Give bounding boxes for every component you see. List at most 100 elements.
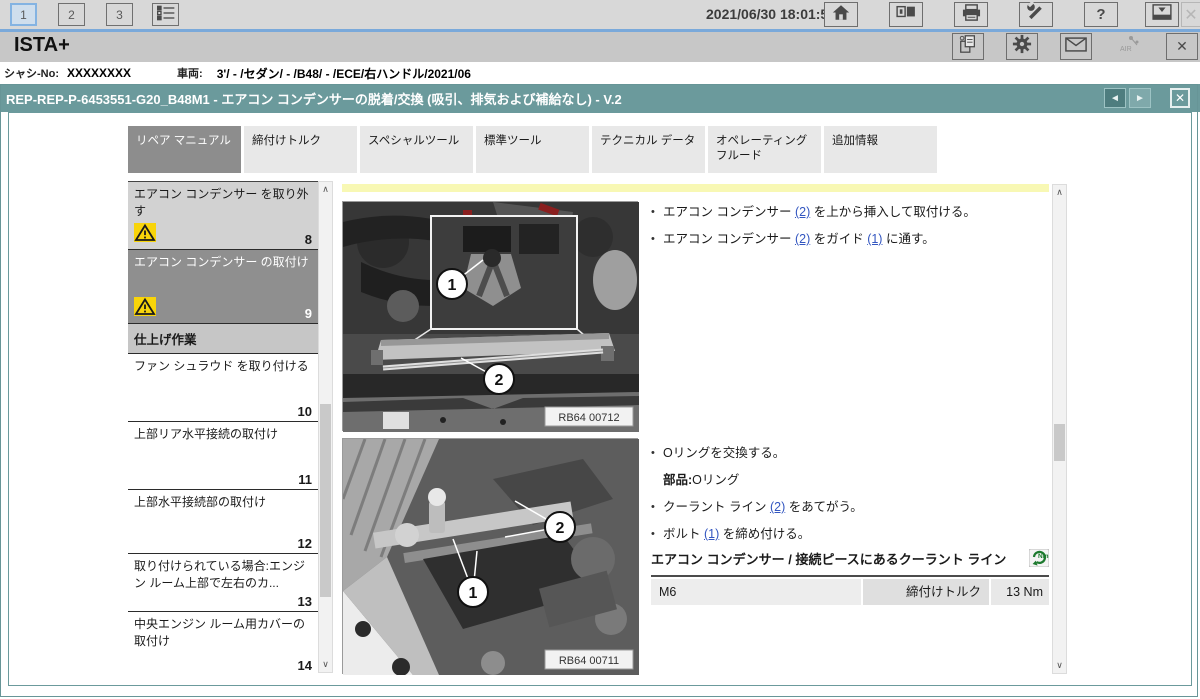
instruction-bullet: • ボルト (1) を締め付ける。 xyxy=(651,525,1049,543)
wrench-icon xyxy=(1026,2,1046,27)
bullet-icon: • xyxy=(651,498,663,516)
callout-link-2[interactable]: (2) xyxy=(770,500,785,514)
bullet-icon: • xyxy=(651,230,663,248)
torque-kind-cell: 締付けトルク xyxy=(863,579,989,605)
tab-technical-data[interactable]: テクニカル データ xyxy=(592,126,705,173)
warning-icon xyxy=(134,297,156,321)
tab-special-tools[interactable]: スペシャルツール xyxy=(360,126,473,173)
step-item-8[interactable]: エアコン コンデンサー を取り外す 8 xyxy=(128,182,318,250)
step-label: 中央エンジン ルーム用カバーの取付け xyxy=(134,616,312,650)
callout-1[interactable]: 1 xyxy=(437,269,467,299)
svg-text:1: 1 xyxy=(448,277,457,294)
checklist-icon xyxy=(156,4,176,25)
prev-page-button[interactable]: ◄ xyxy=(1104,88,1126,108)
step-number: 13 xyxy=(298,594,312,609)
tab-standard-tools[interactable]: 標準ツール xyxy=(476,126,589,173)
panels-icon xyxy=(895,4,917,25)
callout-link-1[interactable]: (1) xyxy=(867,232,882,246)
content-scrollbar[interactable]: ∧ ∨ xyxy=(1052,184,1067,674)
torque-nm-icon: Nm xyxy=(1029,549,1049,572)
page-button-3[interactable]: 3 xyxy=(106,3,133,26)
top-toolbar: 1 2 3 2021/06/30 18:01:53 xyxy=(0,0,1200,29)
instruction-bullet: • Oリングを交換する。 xyxy=(651,444,1049,462)
tab-repair-manual[interactable]: リペア マニュアル xyxy=(128,126,241,173)
next-page-button[interactable]: ► xyxy=(1129,88,1151,108)
step-label: 上部リア水平接続の取付け xyxy=(134,426,312,443)
step-label: ファン シュラウド を取り付ける xyxy=(134,358,312,375)
workshop-panels-button[interactable] xyxy=(889,2,923,27)
instruction-bullet: • クーラント ライン (2) をあてがう。 xyxy=(651,498,1049,516)
document-title-bar: REP-REP-P-6453551-G20_B48M1 - エアコン コンデンサ… xyxy=(0,84,1200,112)
scroll-down-icon[interactable]: ∨ xyxy=(319,657,332,672)
step-item-12[interactable]: 上部水平接続部の取付け 12 xyxy=(128,490,318,554)
svg-text:2: 2 xyxy=(556,520,565,537)
tab-tightening-torque[interactable]: 締付けトルク xyxy=(244,126,357,173)
step-item-14[interactable]: 中央エンジン ルーム用カバーの取付け 14 xyxy=(128,612,318,673)
copy-document-icon xyxy=(958,34,978,59)
chassis-value: XXXXXXXX xyxy=(67,66,131,80)
tab-operating-fluids[interactable]: オペレーティング フルード xyxy=(708,126,821,173)
highlight-bar xyxy=(342,184,1049,192)
callout-link-1[interactable]: (1) xyxy=(704,527,719,541)
step-label: 取り付けられている場合:エンジン ルーム上部で左右のカ... xyxy=(134,558,312,592)
home-icon xyxy=(831,3,851,27)
bullet-icon: • xyxy=(651,525,663,543)
copy-document-button[interactable] xyxy=(952,33,984,60)
callout-link-2[interactable]: (2) xyxy=(795,232,810,246)
scrollbar-track[interactable] xyxy=(319,197,332,657)
scrollbar-thumb[interactable] xyxy=(320,404,331,597)
mail-button[interactable] xyxy=(1060,33,1092,60)
step-section-header: 仕上げ作業 xyxy=(128,324,318,354)
document-title: REP-REP-P-6453551-G20_B48M1 - エアコン コンデンサ… xyxy=(6,89,622,108)
tools-button[interactable] xyxy=(1019,2,1053,27)
scrollbar-thumb[interactable] xyxy=(1054,424,1065,461)
callout-1[interactable]: 1 xyxy=(458,577,488,607)
callout-link-2[interactable]: (2) xyxy=(795,205,810,219)
close-document-button[interactable]: ✕ xyxy=(1170,88,1190,108)
vehicle-label: 車両: xyxy=(177,65,203,81)
app-bar: ISTA+ xyxy=(0,32,1200,62)
help-button[interactable]: ? xyxy=(1084,2,1118,27)
scroll-up-icon[interactable]: ∧ xyxy=(1053,185,1066,200)
checklist-button[interactable] xyxy=(152,3,179,26)
datetime: 2021/06/30 18:01:53 xyxy=(706,6,836,22)
step-number: 10 xyxy=(298,404,312,419)
page-button-2[interactable]: 2 xyxy=(58,3,85,26)
vehicle-info-bar: シャシ-No: XXXXXXXX 車両: 3'/ - /セダン/ - /B48/… xyxy=(0,62,1200,84)
close-session-button[interactable]: ✕ xyxy=(1166,33,1198,60)
scroll-up-icon[interactable]: ∧ xyxy=(319,182,332,197)
close-icon: ✕ xyxy=(1176,38,1188,55)
page-button-1[interactable]: 1 xyxy=(10,3,37,26)
figure-coolant-line: 2 1 RB64 00711 xyxy=(342,438,638,674)
vehicle-value: 3'/ - /セダン/ - /B48/ - /ECE/右ハンドル/2021/06 xyxy=(217,65,471,82)
step-item-13[interactable]: 取り付けられている場合:エンジン ルーム上部で左右のカ... 13 xyxy=(128,554,318,612)
home-button[interactable] xyxy=(824,2,858,27)
callout-2[interactable]: 2 xyxy=(545,512,575,542)
scrollbar-track[interactable] xyxy=(1053,200,1066,658)
gear-icon xyxy=(1012,34,1032,59)
envelope-icon xyxy=(1065,37,1087,57)
step-item-9-selected[interactable]: エアコン コンデンサー の取付け 9 xyxy=(128,250,318,324)
tab-additional-info[interactable]: 追加情報 xyxy=(824,126,937,173)
bullet-icon: • xyxy=(651,444,663,462)
step-label: エアコン コンデンサー の取付け xyxy=(134,254,312,271)
callout-2[interactable]: 2 xyxy=(484,364,514,394)
figure-photo: 2 1 RB64 00712 xyxy=(343,202,639,432)
settings-button[interactable] xyxy=(1006,33,1038,60)
step-label: 上部水平接続部の取付け xyxy=(134,494,312,511)
minimize-tray-button[interactable] xyxy=(1145,2,1179,27)
step-item-10[interactable]: ファン シュラウド を取り付ける 10 xyxy=(128,354,318,422)
bullet-icon: • xyxy=(651,203,663,221)
scroll-down-icon[interactable]: ∨ xyxy=(1053,658,1066,673)
step-number: 8 xyxy=(305,232,312,247)
prev-icon: ◄ xyxy=(1110,93,1120,104)
instructions-step-9: • エアコン コンデンサー (2) を上から挿入して取付ける。 • エアコン コ… xyxy=(651,203,1049,257)
step-number: 14 xyxy=(298,658,312,673)
question-icon: ? xyxy=(1096,6,1105,23)
step-number: 12 xyxy=(298,536,312,551)
sidebar-scrollbar[interactable]: ∧ ∨ xyxy=(318,181,333,673)
step-item-11[interactable]: 上部リア水平接続の取付け 11 xyxy=(128,422,318,490)
bolt-size-cell: M6 xyxy=(651,579,861,605)
torque-table-title: エアコン コンデンサー / 接続ピースにあるクーラント ライン xyxy=(651,549,1006,568)
print-button[interactable] xyxy=(954,2,988,27)
